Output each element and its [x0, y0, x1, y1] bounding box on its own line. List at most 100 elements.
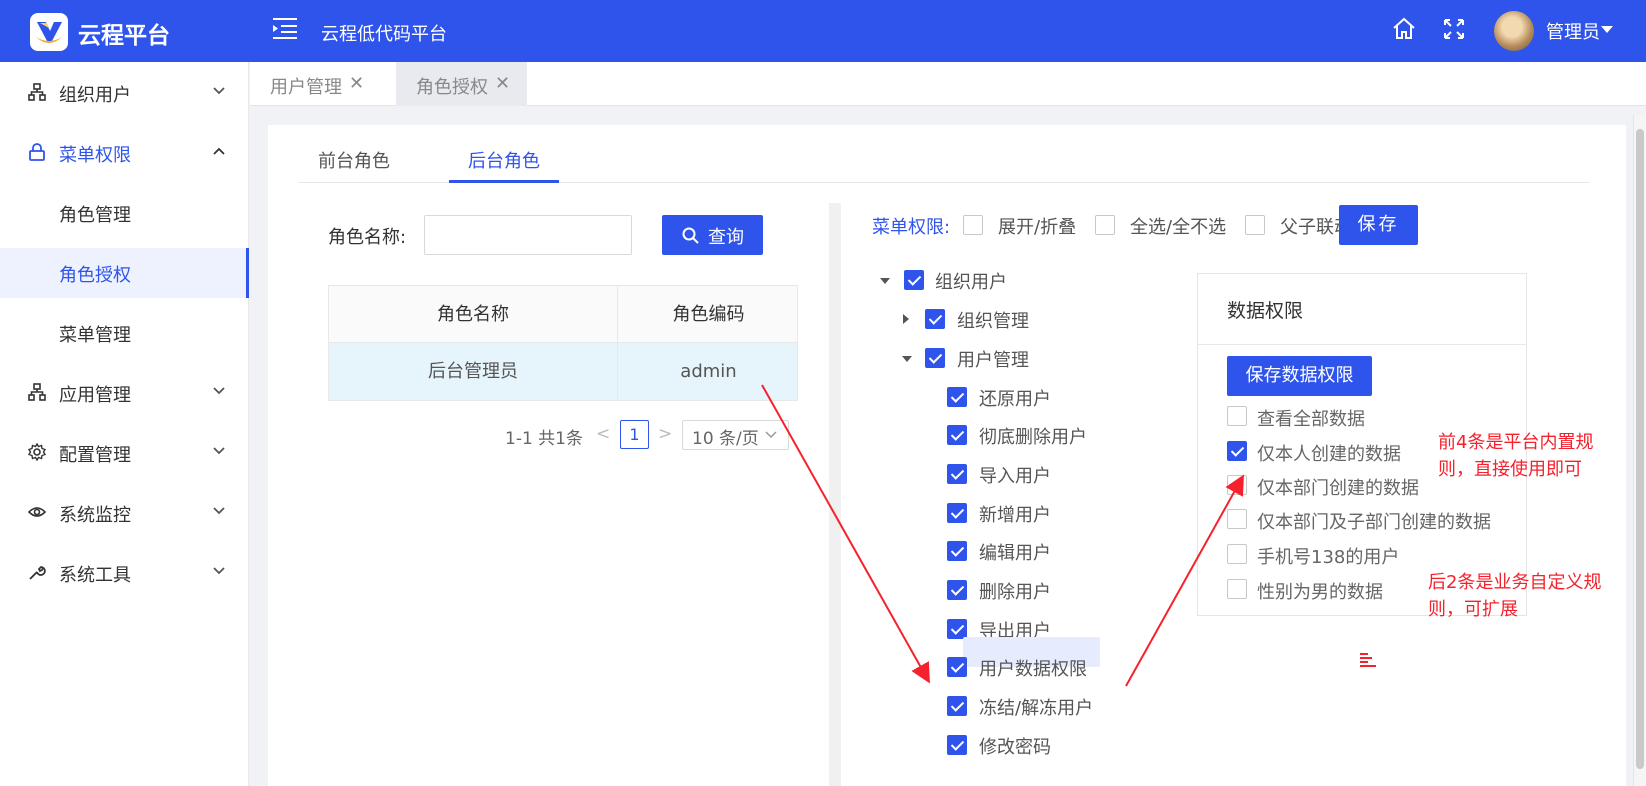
table-header: 角色名称 角色编码 [329, 286, 797, 343]
save-button[interactable]: 保存 [1339, 205, 1418, 245]
page-tabs-bar: 用户管理 ✕ 角色授权 ✕ [250, 62, 1646, 106]
main-card: 前台角色 后台角色 角色名称: 查询 角色名称 角色编码 后台管理员 admin… [268, 125, 1626, 786]
sidebar-item-app-manage[interactable]: 应用管理 [0, 368, 249, 418]
tree-checkbox[interactable] [947, 696, 967, 716]
org-icon [28, 83, 46, 101]
avatar[interactable] [1494, 11, 1534, 51]
caret-right-icon[interactable] [903, 314, 909, 324]
data-rule-label: 性别为男的数据 [1257, 582, 1383, 603]
tree-node[interactable]: 组织管理 [957, 307, 1029, 333]
fullscreen-icon[interactable] [1443, 18, 1465, 44]
chevron-up-icon [213, 147, 225, 155]
sidebar-item-monitor[interactable]: 系统监控 [0, 488, 249, 538]
lock-icon [29, 143, 45, 161]
caret-down-icon[interactable] [880, 278, 890, 284]
role-name-input[interactable] [424, 215, 632, 255]
data-rule-label: 仅本人创建的数据 [1257, 444, 1401, 465]
tab-label: 角色授权 [416, 77, 488, 98]
annotation-line: 后2条是业务自定义规 [1428, 572, 1602, 593]
data-rule-checkbox[interactable] [1227, 544, 1247, 564]
annotation-line: 则，可扩展 [1428, 599, 1518, 620]
tab-back-roles[interactable]: 后台角色 [468, 147, 540, 173]
sidebar-item-menu-perm[interactable]: 菜单权限 [0, 128, 249, 178]
sidebar: 组织用户 菜单权限 角色管理 角色授权 菜单管理 应用管理 配置管理 系统监控 … [0, 62, 249, 786]
caret-down-icon[interactable] [1601, 26, 1613, 33]
tree-checkbox[interactable] [925, 309, 945, 329]
tree-node[interactable]: 删除用户 [979, 578, 1051, 604]
sidebar-item-label: 系统工具 [59, 565, 131, 586]
annotation-line: 则，直接使用即可 [1438, 459, 1582, 480]
prev-page-icon[interactable]: < [596, 424, 610, 444]
user-name[interactable]: 管理员 [1546, 18, 1600, 44]
sidebar-item-org-users[interactable]: 组织用户 [0, 68, 249, 118]
tree-checkbox[interactable] [947, 657, 967, 677]
tree-checkbox[interactable] [947, 425, 967, 445]
search-button[interactable]: 查询 [662, 215, 763, 255]
brand-name: 云程平台 [78, 23, 170, 49]
data-rule-checkbox[interactable] [1227, 475, 1247, 495]
tree-checkbox[interactable] [947, 503, 967, 523]
sidebar-item-label: 菜单权限 [59, 145, 131, 166]
sidebar-item-role-auth[interactable]: 角色授权 [0, 248, 249, 298]
logo-icon[interactable] [30, 13, 68, 51]
tree-checkbox[interactable] [947, 580, 967, 600]
sidebar-item-tools[interactable]: 系统工具 [0, 548, 249, 598]
data-rule-label: 手机号138的用户 [1257, 547, 1400, 568]
page-number[interactable]: 1 [620, 420, 649, 449]
tree-node[interactable]: 用户数据权限 [979, 655, 1087, 681]
tab-user-manage[interactable]: 用户管理 ✕ [250, 62, 388, 106]
tree-checkbox[interactable] [947, 464, 967, 484]
data-rule-checkbox[interactable] [1227, 579, 1247, 599]
close-icon[interactable]: ✕ [349, 73, 364, 94]
home-icon[interactable] [1392, 17, 1416, 45]
data-rule-label: 查看全部数据 [1257, 409, 1365, 430]
expand-collapse-checkbox[interactable] [963, 215, 983, 235]
table-cell: 后台管理员 [329, 343, 618, 400]
tree-checkbox[interactable] [947, 619, 967, 639]
tab-role-auth[interactable]: 角色授权 ✕ [396, 62, 527, 106]
sidebar-item-role-manage[interactable]: 角色管理 [0, 188, 249, 238]
select-all-label: 全选/全不选 [1130, 217, 1227, 238]
sidebar-item-config[interactable]: 配置管理 [0, 428, 249, 478]
tree-checkbox[interactable] [947, 735, 967, 755]
page-size-select[interactable]: 10 条/页 [682, 420, 789, 450]
tree-checkbox[interactable] [904, 270, 924, 290]
tree-node[interactable]: 编辑用户 [979, 539, 1051, 565]
sidebar-item-label: 角色管理 [59, 205, 131, 226]
tree-node[interactable]: 新增用户 [979, 501, 1051, 527]
tree-checkbox[interactable] [947, 541, 967, 561]
page-scrollbar[interactable] [1633, 115, 1646, 786]
data-permission-icon[interactable] [1360, 653, 1378, 667]
tab-front-roles[interactable]: 前台角色 [318, 147, 390, 173]
menu-fold-icon[interactable] [272, 16, 298, 44]
save-data-permission-button[interactable]: 保存数据权限 [1227, 356, 1372, 396]
tree-checkbox[interactable] [925, 348, 945, 368]
tree-node[interactable]: 导入用户 [979, 462, 1051, 488]
tree-node[interactable]: 修改密码 [979, 733, 1051, 759]
top-header: 云程平台 云程低代码平台 管理员 [0, 0, 1646, 62]
tree-checkbox[interactable] [947, 387, 967, 407]
sidebar-item-menu-manage[interactable]: 菜单管理 [0, 308, 249, 358]
close-icon[interactable]: ✕ [495, 73, 510, 94]
tree-node[interactable]: 还原用户 [979, 385, 1051, 411]
caret-down-icon[interactable] [902, 356, 912, 362]
tree-node[interactable]: 用户管理 [957, 346, 1029, 372]
column-header[interactable]: 角色名称 [329, 286, 618, 343]
panel-splitter[interactable] [829, 203, 841, 786]
scrollbar-thumb[interactable] [1636, 129, 1644, 769]
next-page-icon[interactable]: > [658, 424, 672, 444]
column-header[interactable]: 角色编码 [618, 286, 799, 343]
tree-node[interactable]: 冻结/解冻用户 [979, 694, 1093, 720]
chevron-down-icon [213, 507, 225, 515]
table-cell: admin [680, 361, 737, 382]
select-all-checkbox[interactable] [1095, 215, 1115, 235]
tab-label: 用户管理 [270, 77, 342, 98]
page-size-value: 10 条/页 [692, 429, 759, 449]
data-rule-checkbox[interactable] [1227, 406, 1247, 426]
parent-child-link-checkbox[interactable] [1245, 215, 1265, 235]
tree-node[interactable]: 彻底删除用户 [979, 423, 1087, 449]
tree-node[interactable]: 组织用户 [935, 268, 1007, 294]
data-rule-checkbox[interactable] [1227, 441, 1247, 461]
data-rule-checkbox[interactable] [1227, 509, 1247, 529]
table-row[interactable]: 后台管理员 admin [329, 343, 797, 400]
